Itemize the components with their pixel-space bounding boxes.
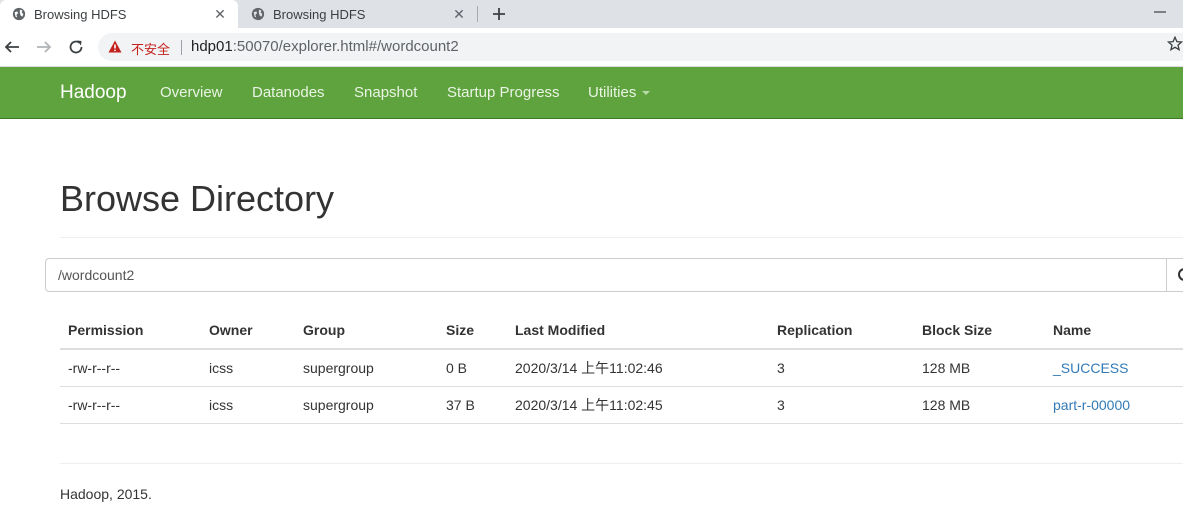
- column-header-size[interactable]: Size: [438, 312, 507, 350]
- cell-permission: -rw-r--r--: [60, 349, 201, 387]
- page-title: Browse Directory: [60, 178, 335, 219]
- warning-icon: [108, 40, 122, 53]
- arrow-left-icon: [4, 41, 19, 53]
- caret-down-icon: [642, 91, 651, 96]
- cell-name: _SUCCESS: [1045, 349, 1183, 387]
- nav-link-overview[interactable]: Overview: [160, 84, 223, 101]
- globe-icon: [251, 7, 265, 21]
- nav-link-datanodes[interactable]: Datanodes: [252, 84, 325, 101]
- arrow-right-icon: [37, 41, 52, 53]
- column-header-block-size[interactable]: Block Size: [914, 312, 1045, 350]
- plus-icon: [493, 8, 505, 20]
- close-icon[interactable]: ✕: [450, 5, 468, 23]
- go-icon: [1178, 268, 1183, 281]
- address-divider: [181, 40, 182, 55]
- new-tab-button[interactable]: [487, 2, 511, 26]
- directory-table: Permission Owner Group Size Last Modifie…: [60, 312, 1183, 424]
- footer-divider: [60, 463, 1183, 464]
- footer-text: Hadoop, 2015.: [60, 486, 152, 502]
- cell-replication: 3: [769, 386, 914, 424]
- bookmark-star-icon[interactable]: [1167, 36, 1183, 52]
- tab-title: Browsing HDFS: [34, 7, 127, 22]
- cell-last-modified: 2020/3/14 上午11:02:45: [507, 386, 769, 424]
- title-divider: [60, 237, 1183, 238]
- reload-icon: [69, 40, 83, 54]
- file-link[interactable]: part-r-00000: [1053, 397, 1130, 413]
- file-link[interactable]: _SUCCESS: [1053, 360, 1128, 376]
- cell-block-size: 128 MB: [914, 386, 1045, 424]
- nav-link-startup-progress[interactable]: Startup Progress: [447, 84, 560, 101]
- cell-size: 0 B: [438, 349, 507, 387]
- minimize-icon[interactable]: [1150, 2, 1170, 22]
- go-button[interactable]: [1166, 258, 1183, 292]
- nav-dropdown-utilities[interactable]: Utilities: [588, 84, 651, 101]
- cell-last-modified: 2020/3/14 上午11:02:46: [507, 349, 769, 387]
- cell-name: part-r-00000: [1045, 386, 1183, 424]
- cell-group: supergroup: [295, 386, 438, 424]
- nav-link-utilities: Utilities: [588, 84, 637, 101]
- hadoop-navbar: Hadoop Overview Datanodes Snapshot Start…: [0, 67, 1183, 119]
- tab-divider: [477, 6, 478, 22]
- table-row: -rw-r--r-- icss supergroup 0 B 2020/3/14…: [60, 349, 1183, 387]
- nav-link-snapshot[interactable]: Snapshot: [354, 84, 417, 101]
- tab-title: Browsing HDFS: [273, 7, 366, 22]
- url-host: hdp01: [191, 38, 233, 55]
- column-header-group[interactable]: Group: [295, 312, 438, 350]
- url-text[interactable]: hdp01:50070/explorer.html#/wordcount2: [191, 38, 459, 55]
- globe-icon: [12, 7, 26, 21]
- close-icon[interactable]: ✕: [211, 5, 229, 23]
- column-header-owner[interactable]: Owner: [201, 312, 295, 350]
- browser-tab-active[interactable]: Browsing HDFS ✕: [0, 0, 238, 28]
- directory-path-input[interactable]: [45, 258, 1170, 292]
- cell-size: 37 B: [438, 386, 507, 424]
- table-row: -rw-r--r-- icss supergroup 37 B 2020/3/1…: [60, 386, 1183, 424]
- browser-toolbar: 不安全 hdp01:50070/explorer.html#/wordcount…: [0, 28, 1183, 67]
- security-status[interactable]: 不安全: [131, 39, 170, 58]
- navbar-brand[interactable]: Hadoop: [60, 82, 127, 104]
- cell-block-size: 128 MB: [914, 349, 1045, 387]
- reload-button[interactable]: [65, 36, 87, 58]
- cell-permission: -rw-r--r--: [60, 386, 201, 424]
- cell-owner: icss: [201, 386, 295, 424]
- table-header-row: Permission Owner Group Size Last Modifie…: [60, 312, 1183, 350]
- column-header-last-modified[interactable]: Last Modified: [507, 312, 769, 350]
- address-bar[interactable]: 不安全 hdp01:50070/explorer.html#/wordcount…: [98, 33, 1183, 61]
- column-header-permission[interactable]: Permission: [60, 312, 201, 350]
- url-path: :50070/explorer.html#/wordcount2: [232, 38, 459, 55]
- cell-replication: 3: [769, 349, 914, 387]
- column-header-name[interactable]: Name: [1045, 312, 1183, 350]
- back-button[interactable]: [1, 36, 23, 58]
- browser-tab[interactable]: Browsing HDFS ✕: [239, 0, 477, 28]
- tab-strip: Browsing HDFS ✕ Browsing HDFS ✕: [0, 0, 1183, 28]
- column-header-replication[interactable]: Replication: [769, 312, 914, 350]
- forward-button[interactable]: [33, 36, 55, 58]
- cell-group: supergroup: [295, 349, 438, 387]
- cell-owner: icss: [201, 349, 295, 387]
